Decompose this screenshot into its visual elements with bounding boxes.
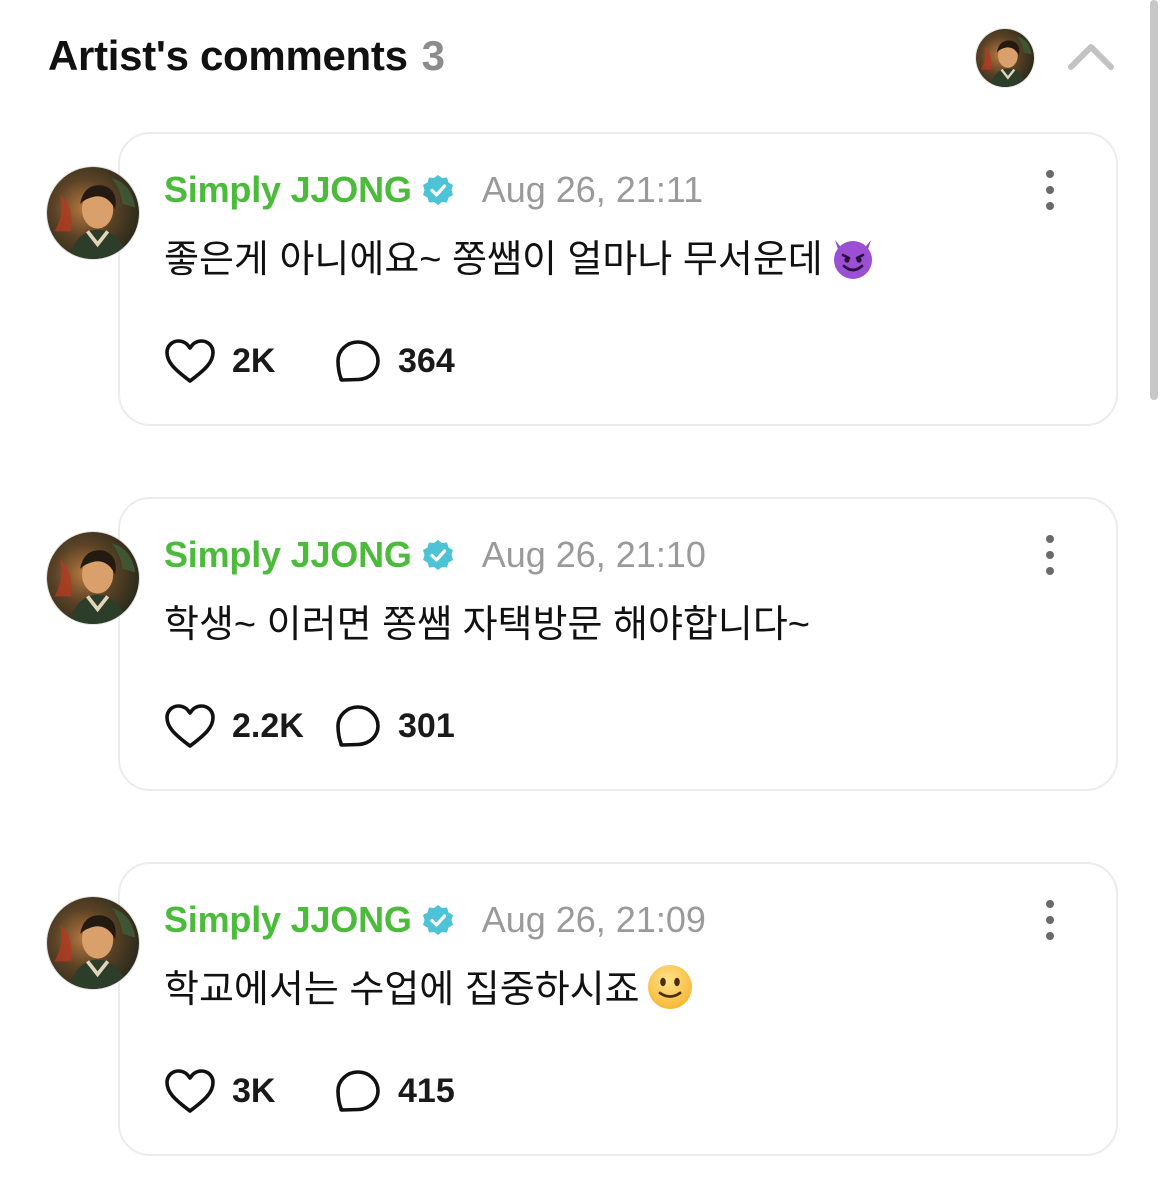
comment-item: Simply JJONG Aug 26, 21:11 좋은게 아니에요~ 쫑쌤이… [0, 132, 1166, 432]
avatar[interactable] [46, 166, 140, 260]
verified-badge-icon [421, 904, 454, 936]
like-count: 3K [232, 1071, 276, 1110]
artist-avatar[interactable] [975, 28, 1035, 88]
reply-count: 364 [398, 341, 455, 380]
slightly-smiling-face-emoji [647, 964, 692, 1009]
author-name[interactable]: Simply JJONG [164, 899, 412, 941]
vertical-ellipsis-icon [1046, 170, 1054, 210]
comment-text: 학교에서는 수업에 집중하시죠 [164, 958, 696, 1013]
vertical-ellipsis-icon [1046, 535, 1054, 575]
like-button[interactable]: 2K [164, 337, 334, 385]
comment-text-content: 좋은게 아니에요~ 쫑쌤이 얼마나 무서운데 [164, 239, 823, 281]
reply-button[interactable]: 364 [334, 338, 455, 384]
heart-icon [165, 339, 215, 383]
collapse-button[interactable] [1066, 34, 1116, 78]
comment-count: 3 [421, 32, 445, 79]
avatar[interactable] [46, 531, 140, 625]
comment-text-content: 학생~ 이러면 쫑쌤 자택방문 해야합니다~ [164, 604, 810, 646]
timestamp: Aug 26, 21:11 [481, 169, 704, 210]
heart-icon [165, 704, 215, 748]
heart-icon [165, 1069, 215, 1113]
avatar[interactable] [46, 896, 140, 990]
reply-count: 415 [398, 1071, 455, 1110]
verified-badge-icon [421, 539, 454, 571]
comment-text-content: 학교에서는 수업에 집중하시죠 [164, 969, 640, 1011]
reply-count: 301 [398, 706, 455, 745]
comment-meta: Simply JJONG Aug 26, 21:09 [164, 898, 706, 942]
section-title-text: Artist's comments [48, 32, 408, 79]
more-options-button[interactable] [1034, 533, 1066, 577]
like-button[interactable]: 2.2K [164, 702, 334, 750]
more-options-button[interactable] [1034, 168, 1066, 212]
speech-bubble-icon [336, 340, 380, 382]
comment-item: Simply JJONG Aug 26, 21:10 학생~ 이러면 쫑쌤 자택… [0, 497, 1166, 797]
comment-actions: 2.2K 301 [164, 701, 455, 751]
speech-bubble-icon [336, 1070, 380, 1112]
comment-meta: Simply JJONG Aug 26, 21:10 [164, 533, 706, 577]
comment-actions: 3K 415 [164, 1066, 455, 1116]
comment-actions: 2K 364 [164, 336, 455, 386]
smiling-devil-emoji [833, 239, 872, 279]
like-button[interactable]: 3K [164, 1067, 334, 1115]
vertical-ellipsis-icon [1046, 900, 1054, 940]
section-title: Artist's comments 3 [48, 32, 445, 80]
more-options-button[interactable] [1034, 898, 1066, 942]
comment-meta: Simply JJONG Aug 26, 21:11 [164, 168, 703, 212]
author-name[interactable]: Simply JJONG [164, 534, 412, 576]
author-name[interactable]: Simply JJONG [164, 169, 412, 211]
chevron-up-icon [1068, 44, 1114, 70]
timestamp: Aug 26, 21:10 [481, 534, 706, 575]
comment-item: Simply JJONG Aug 26, 21:09 학교에서는 수업에 집중하… [0, 862, 1166, 1162]
comment-text: 학생~ 이러면 쫑쌤 자택방문 해야합니다~ [164, 593, 810, 648]
reply-button[interactable]: 301 [334, 703, 455, 749]
speech-bubble-icon [336, 705, 380, 747]
verified-badge-icon [421, 174, 454, 206]
artist-comments-header: Artist's comments 3 [48, 24, 1126, 94]
like-count: 2.2K [232, 706, 304, 745]
timestamp: Aug 26, 21:09 [481, 899, 706, 940]
reply-button[interactable]: 415 [334, 1068, 455, 1114]
like-count: 2K [232, 341, 276, 380]
comment-text: 좋은게 아니에요~ 쫑쌤이 얼마나 무서운데 [164, 228, 879, 283]
